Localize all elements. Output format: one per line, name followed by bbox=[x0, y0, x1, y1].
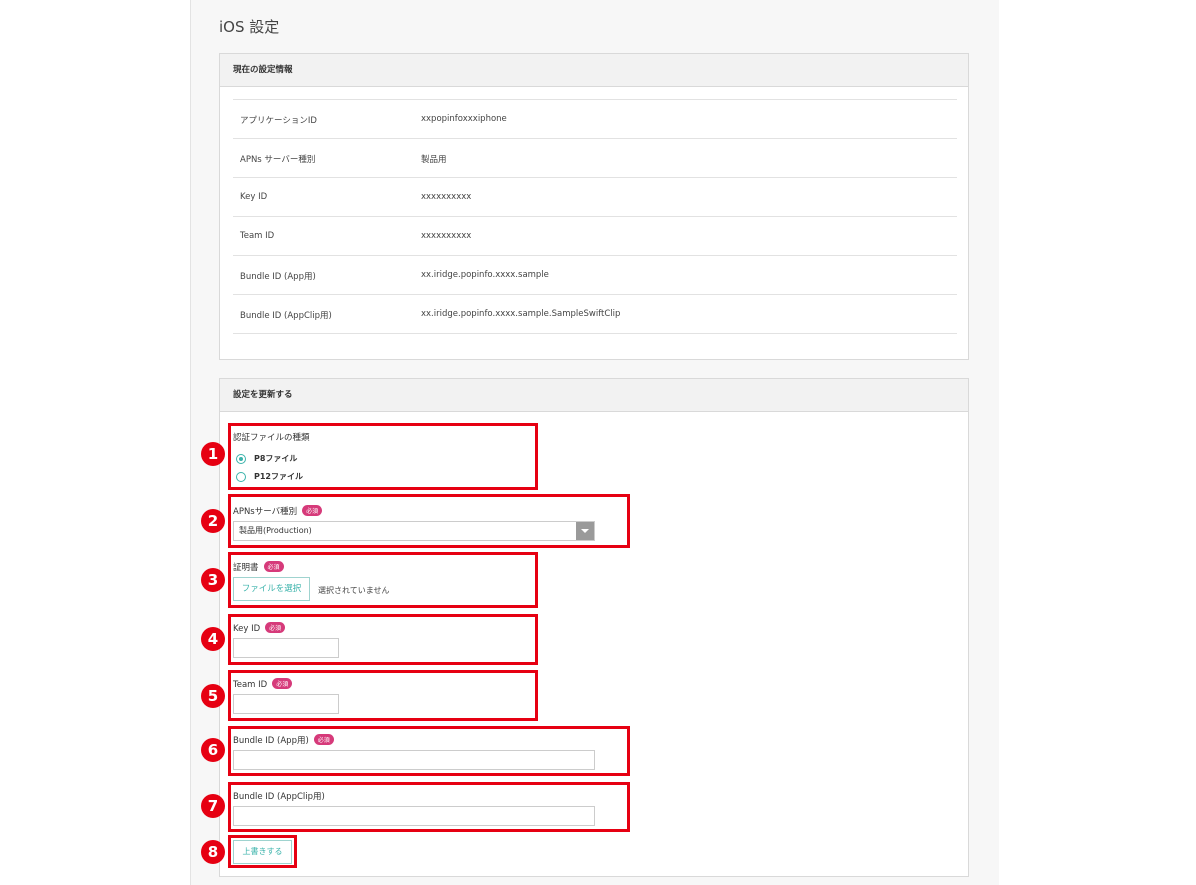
required-badge: 必須 bbox=[272, 678, 293, 689]
select-value: 製品用(Production) bbox=[239, 526, 312, 535]
team-id-label-text: Team ID bbox=[233, 680, 268, 690]
key-id-input[interactable] bbox=[233, 638, 339, 658]
row-value: xxxxxxxxxx bbox=[421, 192, 472, 202]
radio-selected-icon[interactable] bbox=[236, 454, 246, 464]
choose-file-button[interactable]: ファイルを選択 bbox=[233, 577, 310, 601]
row-value: xxxxxxxxxx bbox=[421, 231, 472, 241]
row-key: APNs サーバー種別 bbox=[240, 155, 316, 165]
required-badge: 必須 bbox=[263, 561, 284, 572]
row-key: Key ID bbox=[240, 192, 268, 202]
radio-unselected-icon[interactable] bbox=[236, 472, 246, 482]
chevron-down-icon[interactable] bbox=[576, 522, 594, 540]
current-settings-panel: 現在の設定情報 アプリケーションID xxpopinfoxxxiphone AP… bbox=[219, 53, 969, 360]
page-title: iOS 設定 bbox=[219, 18, 280, 36]
annotation-number: 8 bbox=[201, 840, 225, 864]
row-key: Bundle ID (App用) bbox=[240, 272, 316, 282]
overwrite-button[interactable]: 上書きする bbox=[233, 840, 292, 864]
bundle-app-input[interactable] bbox=[233, 750, 595, 770]
radio-label: P8ファイル bbox=[254, 454, 298, 463]
table-row: APNs サーバー種別 製品用 bbox=[233, 138, 957, 177]
annotation-number: 3 bbox=[201, 568, 225, 592]
apns-server-select[interactable]: 製品用(Production) bbox=[233, 521, 595, 541]
update-settings-panel: 設定を更新する bbox=[219, 378, 969, 877]
bundle-appclip-input[interactable] bbox=[233, 806, 595, 826]
apns-server-label-text: APNsサーバ種別 bbox=[233, 507, 298, 517]
table-row: Key ID xxxxxxxxxx bbox=[233, 177, 957, 216]
annotation-number: 7 bbox=[201, 794, 225, 818]
current-settings-header: 現在の設定情報 bbox=[220, 54, 968, 87]
required-badge: 必須 bbox=[313, 734, 334, 745]
bundle-app-label-text: Bundle ID (App用) bbox=[233, 736, 309, 746]
row-key: Team ID bbox=[240, 231, 275, 241]
required-badge: 必須 bbox=[302, 505, 323, 516]
radio-p12[interactable]: P12ファイル bbox=[236, 471, 303, 482]
row-value: xx.iridge.popinfo.xxxx.sample.SampleSwif… bbox=[421, 309, 621, 319]
table-row: アプリケーションID xxpopinfoxxxiphone bbox=[233, 99, 957, 138]
apns-server-label: APNsサーバ種別 必須 bbox=[233, 505, 323, 517]
required-badge: 必須 bbox=[265, 622, 286, 633]
certificate-label-text: 証明書 bbox=[233, 563, 259, 573]
cert-type-label: 認証ファイルの種類 bbox=[233, 433, 310, 443]
current-settings-table: アプリケーションID xxpopinfoxxxiphone APNs サーバー種… bbox=[233, 99, 957, 334]
table-row: Bundle ID (AppClip用) xx.iridge.popinfo.x… bbox=[233, 294, 957, 334]
annotation-number: 5 bbox=[201, 684, 225, 708]
row-key: アプリケーションID bbox=[240, 116, 317, 126]
key-id-label: Key ID 必須 bbox=[233, 622, 286, 634]
bundle-app-label: Bundle ID (App用) 必須 bbox=[233, 734, 334, 746]
key-id-label-text: Key ID bbox=[233, 624, 261, 634]
row-key: Bundle ID (AppClip用) bbox=[240, 311, 332, 321]
annotation-number: 1 bbox=[201, 442, 225, 466]
radio-p8[interactable]: P8ファイル bbox=[236, 453, 297, 464]
row-value: xx.iridge.popinfo.xxxx.sample bbox=[421, 270, 549, 280]
team-id-label: Team ID 必須 bbox=[233, 678, 293, 690]
row-value: xxpopinfoxxxiphone bbox=[421, 114, 507, 124]
radio-label: P12ファイル bbox=[254, 472, 303, 481]
update-settings-header: 設定を更新する bbox=[220, 379, 968, 412]
row-value: 製品用 bbox=[421, 155, 447, 165]
certificate-label: 証明書 必須 bbox=[233, 561, 284, 573]
file-status: 選択されていません bbox=[318, 586, 390, 595]
annotation-number: 2 bbox=[201, 509, 225, 533]
bundle-appclip-label: Bundle ID (AppClip用) bbox=[233, 792, 325, 802]
table-row: Bundle ID (App用) xx.iridge.popinfo.xxxx.… bbox=[233, 255, 957, 294]
team-id-input[interactable] bbox=[233, 694, 339, 714]
table-row: Team ID xxxxxxxxxx bbox=[233, 216, 957, 255]
annotation-number: 6 bbox=[201, 738, 225, 762]
annotation-number: 4 bbox=[201, 627, 225, 651]
